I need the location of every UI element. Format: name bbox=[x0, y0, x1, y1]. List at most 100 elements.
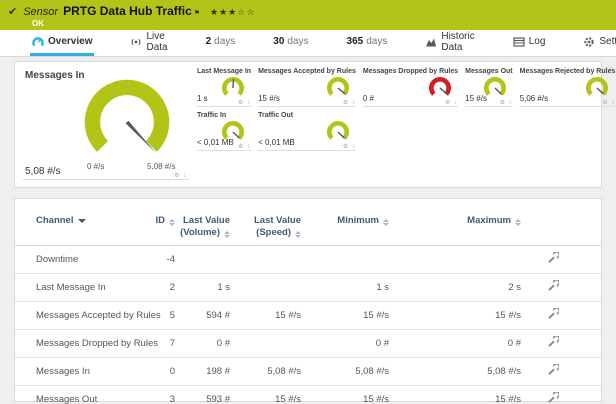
column-header-last-value-volume-[interactable]: Last Value(Volume) bbox=[175, 205, 230, 245]
cell-spd bbox=[230, 273, 301, 301]
gauge-cell-icons[interactable]: ⚙ ↕ bbox=[445, 99, 458, 106]
cell-vol: 198 # bbox=[175, 357, 230, 385]
wrench-icon[interactable] bbox=[547, 392, 559, 404]
channel-name: Messages Dropped by Rules bbox=[15, 329, 153, 357]
gauge-cell-messages-rejected-by-rules[interactable]: Messages Rejected by Rules 5,06 #/s ⚙ ↕ bbox=[520, 66, 616, 107]
sort-icon bbox=[169, 219, 175, 226]
wrench-icon[interactable] bbox=[547, 364, 559, 376]
tab-label: days bbox=[287, 36, 308, 47]
wrench-icon[interactable] bbox=[547, 280, 559, 292]
column-header-minimum[interactable]: Minimum bbox=[301, 205, 389, 245]
column-label: (Volume) bbox=[180, 227, 220, 238]
sort-desc-icon bbox=[78, 219, 86, 223]
gauge-title: Messages Accepted by Rules bbox=[258, 66, 356, 75]
tab-label: Overview bbox=[48, 36, 92, 47]
gauge-value: 5,06 #/s bbox=[520, 94, 548, 103]
tab-label: Live Data bbox=[146, 31, 167, 53]
primary-gauge-cell[interactable]: Messages In 0 #/s 5,08 #/s 5,08 #/s ⚙ ↕ bbox=[23, 66, 189, 180]
channel-table-panel: ChannelIDLast Value(Volume)Last Value(Sp… bbox=[14, 198, 602, 402]
tab-label: Log bbox=[529, 36, 546, 47]
gauge-cell-icons[interactable]: ⚙ ↕ bbox=[238, 99, 251, 106]
gauge-cell-icons[interactable]: ⚙ ↕ bbox=[602, 99, 615, 106]
sensor-title: PRTG Data Hub Traffic bbox=[63, 4, 192, 18]
tab-overview[interactable]: Overview bbox=[30, 30, 94, 56]
row-actions bbox=[521, 245, 601, 273]
cell-max: 2 s bbox=[389, 273, 521, 301]
cell-vol: 0 # bbox=[175, 329, 230, 357]
cell-spd: 15 #/s bbox=[230, 301, 301, 329]
tab-30-days[interactable]: 30days bbox=[271, 30, 310, 56]
wrench-icon[interactable] bbox=[547, 252, 559, 264]
gauge-cell-icons[interactable]: ⚙ ↕ bbox=[343, 143, 356, 150]
column-label: Last Value bbox=[254, 215, 301, 226]
priority-stars[interactable]: ★★★☆☆ bbox=[210, 7, 255, 18]
gauge-value: 1 s bbox=[197, 94, 208, 103]
tab-label: days bbox=[214, 36, 235, 47]
gauge-cell-traffic-out[interactable]: Traffic Out< 0,01 MB ⚙ ↕ bbox=[258, 110, 356, 151]
column-header-maximum[interactable]: Maximum bbox=[389, 205, 521, 245]
gauge-cell-traffic-in[interactable]: Traffic In< 0,01 MB ⚙ ↕ bbox=[197, 110, 251, 151]
tab-bar: OverviewLive Data2days30days365daysHisto… bbox=[0, 30, 616, 57]
tab-log[interactable]: Log bbox=[511, 30, 548, 56]
cell-min: 15 #/s bbox=[301, 301, 389, 329]
cell-id: 0 bbox=[153, 357, 175, 385]
row-actions bbox=[521, 301, 601, 329]
tab-number: 365 bbox=[347, 36, 364, 47]
gauge-title: Messages Rejected by Rules bbox=[520, 66, 616, 75]
column-header-id[interactable]: ID bbox=[153, 205, 175, 245]
channel-row-downtime: Downtime-4 bbox=[15, 245, 601, 273]
cell-min: 0 # bbox=[301, 329, 389, 357]
gauge-dial bbox=[481, 75, 509, 101]
gauge-value: < 0,01 MB bbox=[258, 138, 295, 147]
channel-table: ChannelIDLast Value(Volume)Last Value(Sp… bbox=[15, 205, 601, 404]
gauge-cell-icons[interactable]: ⚙ ↕ bbox=[174, 172, 187, 179]
broadcast-icon bbox=[130, 36, 142, 48]
gear-icon bbox=[583, 36, 595, 48]
gauge-value: 0 # bbox=[363, 94, 374, 103]
cell-vol: 593 # bbox=[175, 385, 230, 404]
row-actions bbox=[521, 357, 601, 385]
cell-max: 15 #/s bbox=[389, 385, 521, 404]
primary-gauge-scale-max: 5,08 #/s bbox=[147, 162, 175, 171]
column-header-last-value-speed-[interactable]: Last Value(Speed) bbox=[230, 205, 301, 245]
tab-365-days[interactable]: 365days bbox=[345, 30, 390, 56]
gauge-cell-messages-accepted-by-rules[interactable]: Messages Accepted by Rules15 #/s ⚙ ↕ bbox=[258, 66, 356, 107]
gauge-cell-messages-dropped-by-rules[interactable]: Messages Dropped by Rules 0 # ⚙ ↕ bbox=[363, 66, 458, 107]
tab-live-data[interactable]: Live Data bbox=[128, 30, 169, 56]
status-badge: OK bbox=[32, 19, 606, 28]
gauge-icon bbox=[32, 36, 44, 48]
flag-icon[interactable]: ⚑ bbox=[194, 9, 200, 17]
gauge-cell-icons[interactable]: ⚙ ↕ bbox=[343, 99, 356, 106]
gauge-title: Last Message In bbox=[197, 66, 251, 75]
tab-settings[interactable]: Settings bbox=[581, 30, 616, 56]
primary-gauge-scale-min: 0 #/s bbox=[87, 162, 104, 171]
tab-historic-data[interactable]: Historic Data bbox=[423, 30, 476, 56]
cell-min: 15 #/s bbox=[301, 385, 389, 404]
cell-max: 15 #/s bbox=[389, 301, 521, 329]
row-actions bbox=[521, 385, 601, 404]
column-header-channel[interactable]: Channel bbox=[15, 205, 153, 245]
gauge-dial bbox=[219, 119, 247, 145]
gauge-cell-icons[interactable]: ⚙ ↕ bbox=[238, 143, 251, 150]
gauge-cell-messages-out[interactable]: Messages Out15 #/s ⚙ ↕ bbox=[465, 66, 512, 107]
cell-spd: 5,08 #/s bbox=[230, 357, 301, 385]
wrench-icon[interactable] bbox=[547, 308, 559, 320]
cell-max: 0 # bbox=[389, 329, 521, 357]
column-label: Maximum bbox=[467, 215, 511, 226]
sensor-kind-label: Sensor bbox=[23, 6, 58, 18]
gauge-title: Messages Dropped by Rules bbox=[363, 66, 458, 75]
tab-2-days[interactable]: 2days bbox=[204, 30, 238, 56]
wrench-icon[interactable] bbox=[547, 336, 559, 348]
sort-icon bbox=[383, 219, 389, 226]
channel-name: Messages Out bbox=[15, 385, 153, 404]
cell-spd bbox=[230, 245, 301, 273]
sort-icon bbox=[224, 231, 230, 238]
log-icon bbox=[513, 36, 525, 48]
gauge-title: Messages Out bbox=[465, 66, 512, 75]
check-icon: ✔ bbox=[8, 5, 17, 18]
gauge-cell-last-message-in[interactable]: Last Message In 1 s ⚙ ↕ bbox=[197, 66, 251, 107]
gauge-cell-icons[interactable]: ⚙ ↕ bbox=[500, 99, 513, 106]
gauge-dial bbox=[426, 75, 454, 101]
primary-gauge-value: 5,08 #/s bbox=[25, 166, 61, 177]
channel-row-messages-in: Messages In0198 #5,08 #/s5,08 #/s5,08 #/… bbox=[15, 357, 601, 385]
